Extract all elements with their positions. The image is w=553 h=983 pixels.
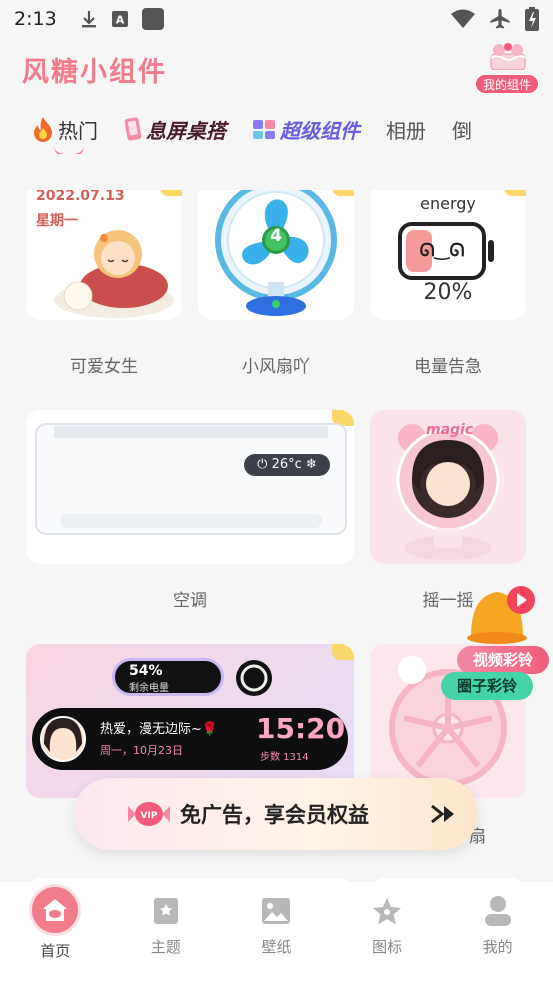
fan-label: 小风扇吖: [242, 357, 310, 377]
cake-icon: [490, 43, 526, 70]
my-widgets-label: 我的组件: [475, 74, 539, 94]
music-battery-pct: 54%: [129, 663, 163, 679]
battery-label: 电量告急: [414, 357, 482, 377]
phone-icon: [124, 117, 142, 141]
music-battery-sub: 剩余电量: [129, 683, 169, 694]
battery-title: energy: [420, 194, 476, 213]
nav-wallpaper[interactable]: 壁纸: [221, 882, 332, 983]
music-date: 周一，10月23日: [100, 744, 183, 757]
girl-illustration: [54, 230, 174, 318]
nav-mine-label: 我的: [482, 938, 513, 956]
power-icon: ⏻: [257, 457, 272, 472]
tab-countdown-label: 倒: [452, 118, 472, 143]
aircon-label: 空调: [173, 591, 207, 611]
nav-icons-label: 图标: [372, 938, 403, 956]
ringtone-float-ad[interactable]: 视频彩铃 圈子彩铃: [441, 580, 553, 700]
tab-album[interactable]: 相册: [386, 109, 426, 149]
snowflake-icon: ❄: [301, 457, 317, 472]
circle-ringtone-button[interactable]: 圈子彩铃: [441, 672, 533, 700]
keyboard-a-icon: A: [112, 11, 128, 27]
tag-badge: [332, 644, 354, 660]
app-title: 风糖小组件: [22, 57, 167, 88]
widget-card-fan[interactable]: 4: [198, 190, 354, 320]
tab-lockscreen[interactable]: 息屏桌搭: [124, 109, 226, 149]
vip-candy-icon: VIP: [128, 802, 170, 826]
tab-lockscreen-label: 息屏桌搭: [146, 118, 226, 143]
vip-promo-text: 免广告，享会员权益: [180, 803, 369, 827]
music-song: 热爱，漫无边际~🌹: [100, 722, 219, 737]
ring-icon: [236, 660, 272, 696]
image-icon: [259, 894, 293, 928]
app-header: 风糖小组件 我的组件: [0, 38, 553, 100]
airplane-icon: [490, 9, 510, 29]
vip-badge-text: VIP: [141, 811, 158, 821]
music-bar: 热爱，漫无边际~🌹 周一，10月23日 15:20 步数 1314: [32, 708, 348, 770]
bell-icon: [467, 586, 535, 644]
tab-super-widget-label: 超级组件: [280, 118, 360, 143]
widget-card-battery[interactable]: energy ᘏ‿ᘏ 20%: [370, 190, 526, 320]
nav-icons[interactable]: 图标: [332, 882, 443, 983]
widget-grid-icon: [253, 120, 275, 139]
widget-card-aircon[interactable]: ⏻ 26°c ❄: [26, 410, 354, 564]
vip-promo-banner[interactable]: VIP 免广告，享会员权益: [74, 778, 478, 850]
battery-charging-icon: [525, 7, 539, 31]
widget-card-shake[interactable]: magic: [370, 410, 526, 564]
fire-icon: [34, 117, 52, 142]
download-icon: [82, 11, 96, 28]
music-time: 15:20: [256, 712, 346, 745]
avatar: [40, 716, 86, 762]
bookmark-icon: [149, 894, 183, 928]
tab-hot[interactable]: 热门: [32, 109, 98, 149]
nav-mine[interactable]: 我的: [442, 882, 553, 983]
fan-illustration: [215, 190, 337, 316]
cute-girl-label: 可爱女生: [70, 357, 138, 377]
shake-frame-text: magic: [426, 422, 474, 438]
tab-hot-label: 热门: [58, 118, 98, 143]
nav-home[interactable]: 首页: [0, 882, 111, 983]
battery-face: ᘏ‿ᘏ: [419, 240, 465, 261]
app-square-icon: [142, 8, 164, 30]
nav-theme-label: 主题: [150, 938, 181, 956]
widget-card-music[interactable]: 54% 剩余电量 热爱，漫无边际~🌹 周一，10月23日 15:20 步数 13…: [26, 644, 354, 798]
star-icon: [370, 894, 404, 928]
music-steps: 步数 1314: [260, 752, 309, 763]
tag-badge: [160, 190, 182, 196]
aircon-display: ⏻ 26°c ❄: [244, 454, 330, 476]
battery-pill: 54% 剩余电量: [112, 658, 224, 696]
nav-theme[interactable]: 主题: [111, 882, 222, 983]
category-tabs: 热门 息屏桌搭 超级组件 相册 倒: [0, 104, 553, 154]
cute-girl-date: 2022.07.13: [36, 190, 125, 204]
video-ringtone-button[interactable]: 视频彩铃: [457, 646, 549, 674]
tab-super-widget[interactable]: 超级组件: [252, 109, 360, 149]
tab-album-label: 相册: [386, 118, 426, 143]
battery-percent: 20%: [423, 280, 473, 305]
status-time: 2:13: [14, 8, 57, 30]
nav-wallpaper-label: 壁纸: [261, 938, 292, 956]
status-bar: 2:13 A: [0, 0, 553, 38]
bottom-navigation: 首页 主题 壁纸 图标 我的: [0, 882, 553, 983]
svg-text:A: A: [116, 14, 125, 27]
nav-home-label: 首页: [40, 942, 71, 960]
tab-countdown[interactable]: 倒: [452, 109, 472, 149]
user-icon: [481, 894, 515, 928]
home-icon: [29, 884, 82, 936]
wifi-icon: [451, 9, 475, 28]
aircon-illustration: [35, 423, 347, 535]
aircon-temp: 26°c: [271, 457, 302, 472]
my-widgets-button[interactable]: 我的组件: [473, 42, 541, 96]
fan-speed: 4: [270, 226, 282, 246]
double-chevron-icon: [431, 804, 454, 824]
widget-card-cute-girl[interactable]: 2022.07.13 星期一: [26, 190, 182, 320]
